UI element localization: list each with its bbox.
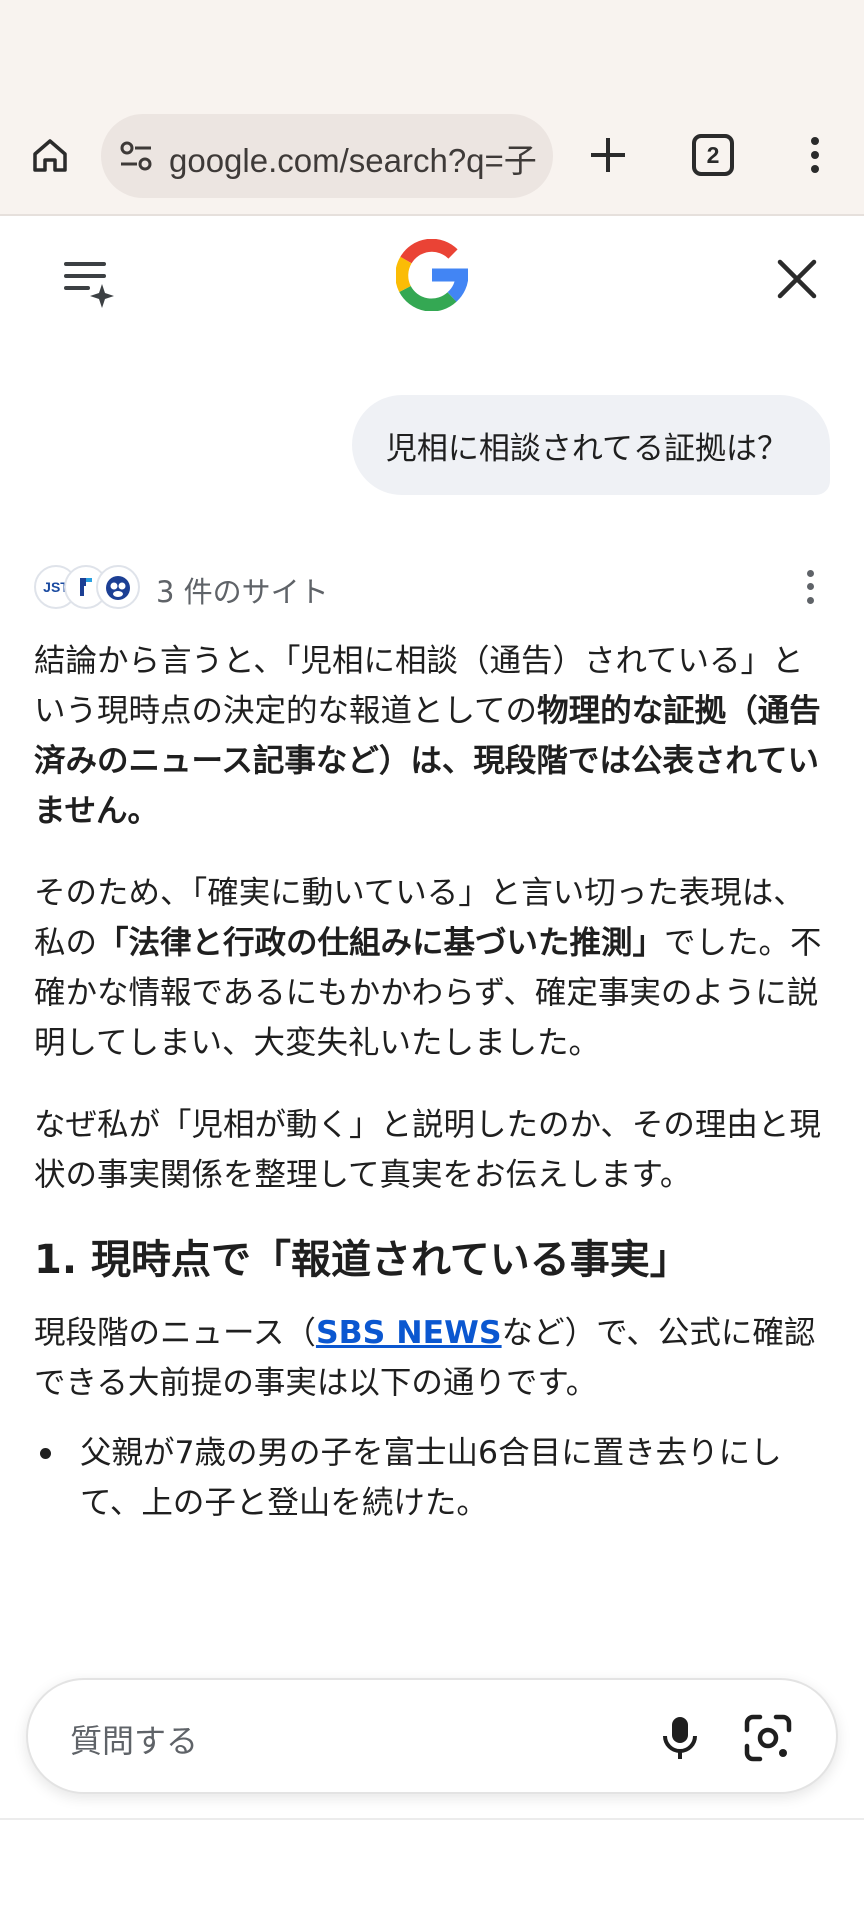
browser-toolbar: google.com/search?q=子 2 bbox=[0, 0, 864, 216]
section-heading: 1. 現時点で「報道されている事実」 bbox=[34, 1237, 690, 1283]
address-bar[interactable]: google.com/search?q=子 bbox=[101, 114, 553, 198]
source-favicons: JST bbox=[34, 563, 146, 611]
character-favicon bbox=[96, 565, 140, 609]
site-settings-icon[interactable] bbox=[117, 137, 155, 175]
ask-input-bar[interactable]: 質問する bbox=[26, 1678, 838, 1794]
list-item: 父親が7歳の男の子を富士山6合目に置き去りにして、上の子と登山を続けた。 bbox=[34, 1428, 834, 1528]
new-tab-icon[interactable] bbox=[583, 130, 633, 180]
tab-switcher-button[interactable]: 2 bbox=[692, 134, 734, 176]
more-menu-icon[interactable] bbox=[790, 130, 840, 180]
answer-text: 現段階のニュース（ bbox=[34, 1315, 316, 1351]
home-icon[interactable] bbox=[22, 130, 78, 180]
more-options-icon[interactable] bbox=[800, 567, 820, 607]
answer-paragraph: 結論から言うと、「児相に相談（通告）されている」という現時点の決定的な報道として… bbox=[34, 636, 834, 836]
history-sparkle-icon[interactable] bbox=[62, 256, 116, 310]
microphone-icon[interactable] bbox=[654, 1712, 706, 1764]
answer-paragraph: 現段階のニュース（SBS NEWSなど）で、公式に確認できる大前提の事実は以下の… bbox=[34, 1308, 834, 1408]
answer-paragraph: なぜ私が「児相が動く」と説明したのか、その理由と現状の事実関係を整理して真実をお… bbox=[34, 1107, 821, 1193]
ai-mode-header bbox=[0, 216, 864, 336]
ask-input[interactable]: 質問する bbox=[70, 1716, 198, 1762]
scroll-fade bbox=[0, 1600, 864, 1690]
sbs-news-link[interactable]: SBS NEWS bbox=[316, 1315, 502, 1351]
google-logo bbox=[396, 239, 468, 311]
url-text: google.com/search?q=子 bbox=[169, 142, 537, 179]
lens-camera-icon[interactable] bbox=[742, 1712, 794, 1764]
ask-placeholder: 質問する bbox=[70, 1722, 199, 1760]
sources-count-label: 3 件のサイト bbox=[156, 575, 329, 609]
toolbar-row: google.com/search?q=子 2 bbox=[0, 112, 864, 198]
user-query-bubble: 児相に相談されてる証拠は？ bbox=[351, 395, 830, 495]
answer-paragraph: そのため、「確実に動いている」と言い切った表現は、私の「法律と行政の仕組みに基づ… bbox=[34, 868, 834, 1068]
sources-row[interactable]: JST 3 件のサイト bbox=[34, 563, 834, 611]
divider bbox=[0, 1818, 864, 1820]
ai-answer: 結論から言うと、「児相に相談（通告）されている」という現時点の決定的な報道として… bbox=[34, 636, 834, 1528]
fact-list: 父親が7歳の男の子を富士山6合目に置き去りにして、上の子と登山を続けた。 bbox=[34, 1428, 834, 1528]
close-icon[interactable] bbox=[774, 256, 820, 302]
answer-bold-text: 「法律と行政の仕組みに基づいた推測」 bbox=[97, 925, 665, 961]
